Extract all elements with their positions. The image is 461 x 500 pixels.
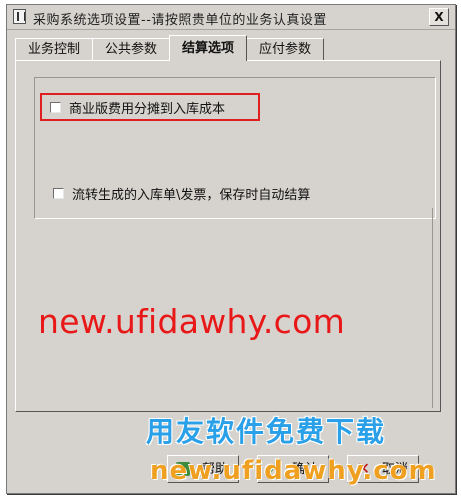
tab-strip: 业务控制 公共参数 结算选项 应付参数	[15, 35, 325, 61]
auto-settle-checkbox[interactable]	[53, 188, 64, 199]
promo-title-watermark: 用友软件免费下载	[146, 415, 387, 448]
cost-allocation-checkbox[interactable]	[50, 101, 61, 113]
tab-settlement-options[interactable]: 结算选项	[169, 35, 248, 61]
watermark-url: new.ufidawhy.com	[38, 302, 346, 341]
option-auto-settle[interactable]: 流转生成的入库单\发票，保存时自动结算	[53, 184, 310, 203]
app-icon	[13, 9, 26, 24]
promo-url-watermark: new.ufidawhy.com	[150, 456, 437, 486]
cost-allocation-label: 商业版费用分摊到入库成本	[69, 101, 226, 117]
option-cost-allocation[interactable]: 商业版费用分摊到入库成本	[40, 93, 260, 121]
tab-business-control[interactable]: 业务控制	[15, 38, 94, 61]
tab-payable-params[interactable]: 应付参数	[246, 38, 325, 61]
title-bar[interactable]: 采购系统选项设置--请按照贵单位的业务认真设置 X	[7, 5, 455, 30]
tab-common-params[interactable]: 公共参数	[92, 38, 171, 61]
window-title: 采购系统选项设置--请按照贵单位的业务认真设置	[33, 13, 327, 28]
close-button[interactable]: X	[429, 8, 449, 26]
auto-settle-label: 流转生成的入库单\发票，保存时自动结算	[72, 188, 311, 203]
